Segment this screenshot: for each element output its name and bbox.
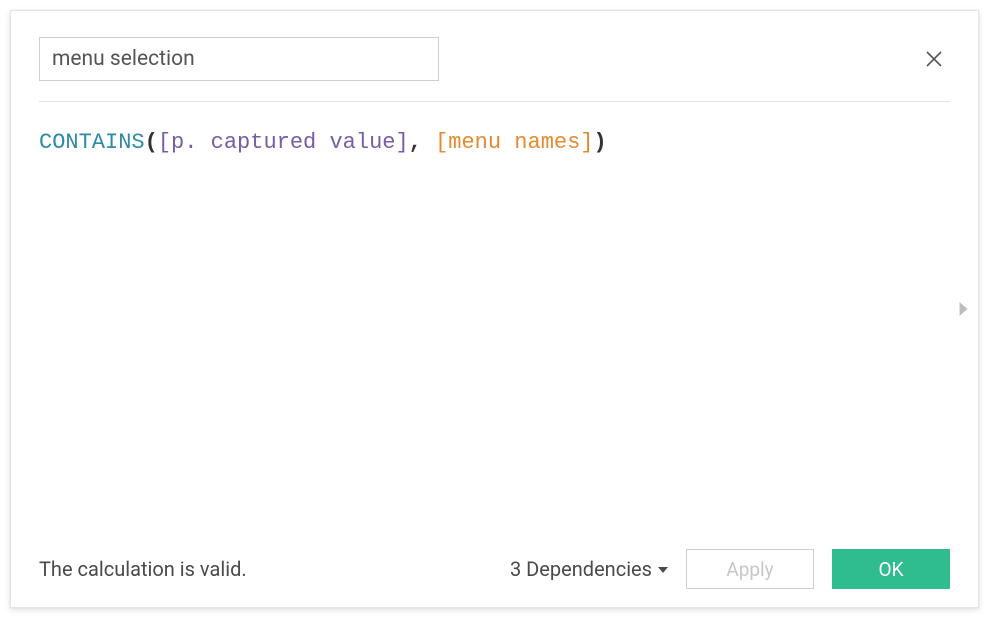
expand-functions-handle[interactable] <box>954 297 972 321</box>
token-function: CONTAINS <box>39 130 145 155</box>
token-field: [p. captured value] <box>158 130 409 155</box>
token-paren-close: ) <box>594 130 607 155</box>
ok-button[interactable]: OK <box>832 549 950 589</box>
dependencies-dropdown[interactable]: 3 Dependencies <box>510 557 668 581</box>
title-row <box>39 37 950 81</box>
apply-button[interactable]: Apply <box>686 549 814 589</box>
validation-status: The calculation is valid. <box>39 557 247 581</box>
calculated-field-dialog: CONTAINS([p. captured value], [menu name… <box>10 10 979 608</box>
caret-down-icon <box>658 567 668 573</box>
chevron-right-icon <box>957 301 969 317</box>
token-paren-open: ( <box>145 130 158 155</box>
dialog-footer: The calculation is valid. 3 Dependencies… <box>39 537 950 589</box>
calculation-name-input[interactable] <box>39 37 439 81</box>
close-button[interactable] <box>918 43 950 75</box>
close-icon <box>924 49 944 69</box>
token-field: [menu names] <box>435 130 593 155</box>
formula-editor[interactable]: CONTAINS([p. captured value], [menu name… <box>39 102 950 537</box>
dependencies-label: 3 Dependencies <box>510 557 652 581</box>
token-separator: , <box>409 130 435 155</box>
